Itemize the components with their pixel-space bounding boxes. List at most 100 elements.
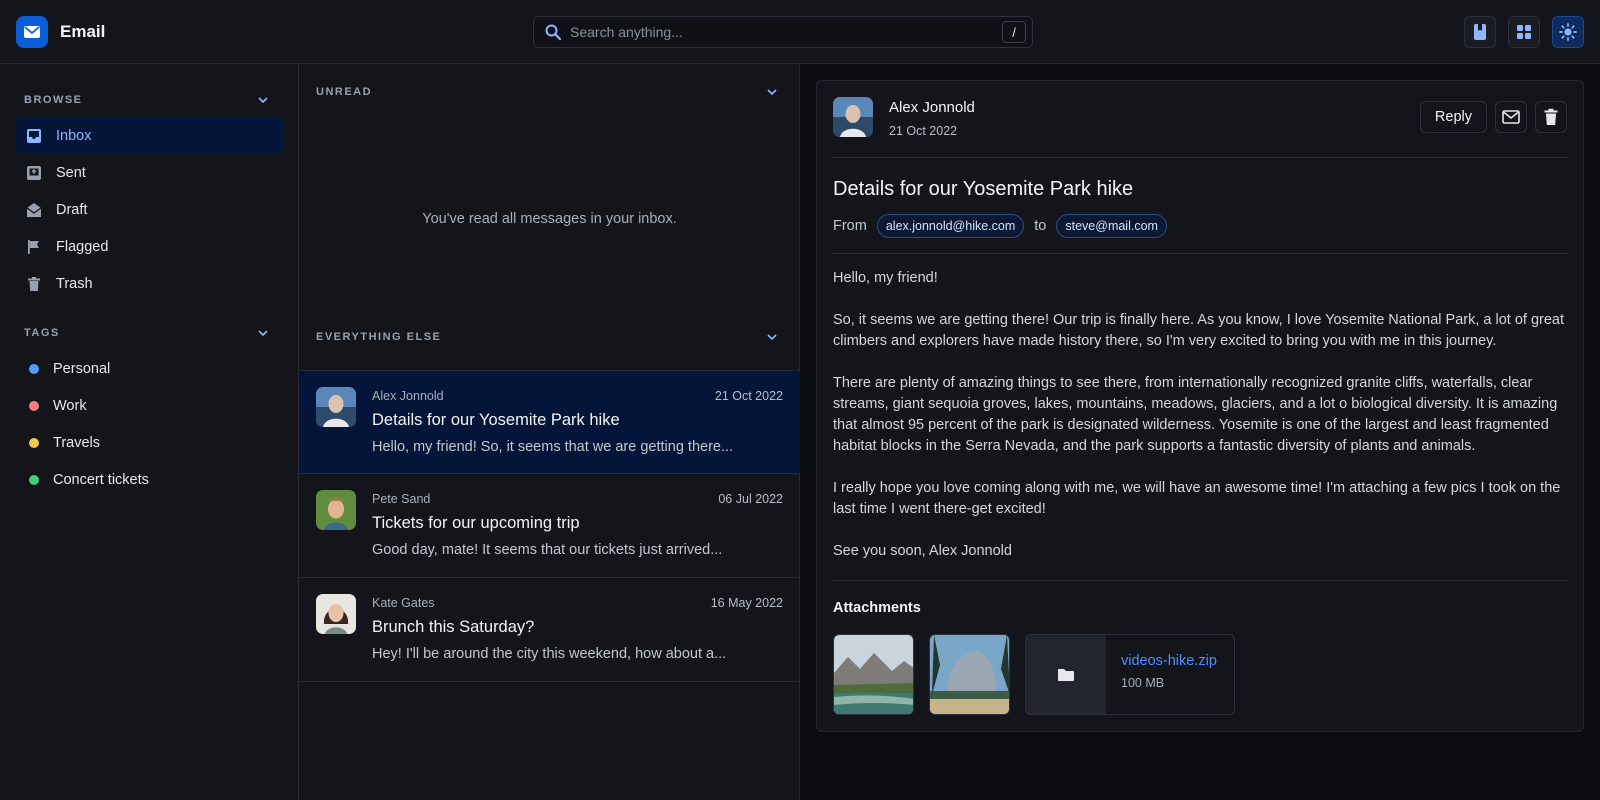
- message-row[interactable]: Kate Gates 16 May 2022 Brunch this Satur…: [299, 578, 800, 682]
- everything-else-section-header[interactable]: EVERYTHING ELSE: [316, 329, 777, 345]
- attachment-image[interactable]: [929, 634, 1010, 715]
- message-date: 21 Oct 2022: [714, 389, 783, 403]
- browse-section-header[interactable]: BROWSE: [24, 92, 268, 108]
- tag-label: Work: [53, 397, 87, 414]
- tag-color-dot: [29, 363, 39, 374]
- tags-section-header[interactable]: TAGS: [24, 325, 268, 341]
- body-paragraph: There are plenty of amazing things to se…: [833, 375, 1558, 454]
- apps-grid-button[interactable]: [1508, 16, 1540, 48]
- body-paragraph: Hello, my friend!: [833, 270, 938, 286]
- reader-sender: Alex Jonnold: [889, 99, 975, 116]
- bookmark-button[interactable]: [1464, 16, 1496, 48]
- reader-subject: Details for our Yosemite Park hike: [833, 178, 1134, 200]
- message-row[interactable]: Alex Jonnold 21 Oct 2022 Details for our…: [299, 370, 800, 474]
- message-body: Hello, my friend! So, it seems we are ge…: [833, 268, 1569, 583]
- tags-label: TAGS: [24, 327, 60, 339]
- sidebar-item-label: Trash: [56, 275, 93, 292]
- flag-icon: [28, 239, 39, 254]
- trash-icon: [1544, 108, 1558, 125]
- attachments-title: Attachments: [833, 600, 921, 616]
- message-preview: Hello, my friend! So, it seems that we a…: [372, 439, 734, 455]
- message-sender: Pete Sand: [372, 492, 431, 506]
- message-reader: Alex Jonnold 21 Oct 2022 Reply Details f…: [816, 80, 1584, 732]
- tag-item-work[interactable]: Work: [16, 387, 283, 424]
- tag-color-dot: [29, 474, 39, 485]
- bookmark-icon: [1474, 24, 1486, 40]
- sidebar-item-draft[interactable]: Draft: [16, 191, 283, 228]
- top-bar: Email /: [0, 0, 1600, 64]
- chevron-down-icon[interactable]: [767, 89, 777, 95]
- unread-label: UNREAD: [316, 86, 373, 98]
- chevron-down-icon[interactable]: [767, 334, 777, 340]
- unread-section-header[interactable]: UNREAD: [316, 84, 777, 100]
- divider: [833, 157, 1567, 158]
- sidebar-item-label: Draft: [56, 201, 88, 218]
- search-input[interactable]: [570, 24, 990, 40]
- tag-color-dot: [29, 437, 39, 448]
- avatar: [316, 387, 356, 427]
- chevron-down-icon[interactable]: [258, 330, 268, 336]
- mark-unread-button[interactable]: [1495, 101, 1527, 133]
- message-preview: Good day, mate! It seems that our ticket…: [372, 542, 723, 558]
- message-date: 06 Jul 2022: [718, 492, 783, 506]
- body-paragraph: See you soon, Alex Jonnold: [833, 543, 1012, 559]
- mail-logo-icon: [16, 16, 48, 48]
- message-preview: Hey! I'll be around the city this weeken…: [372, 646, 727, 662]
- brand[interactable]: Email: [16, 16, 105, 48]
- reader-date: 21 Oct 2022: [889, 124, 958, 138]
- tag-item-personal[interactable]: Personal: [16, 350, 283, 387]
- chevron-down-icon[interactable]: [258, 97, 268, 103]
- message-subject: Details for our Yosemite Park hike: [372, 411, 620, 429]
- from-to-line: From alex.jonnold@hike.com to steve@mail…: [833, 214, 1167, 238]
- theme-toggle-button[interactable]: [1552, 16, 1584, 48]
- divider: [833, 253, 1567, 254]
- attachment-file[interactable]: videos-hike.zip 100 MB: [1025, 634, 1235, 715]
- trash-icon: [28, 276, 40, 291]
- avatar: [316, 490, 356, 530]
- browse-label: BROWSE: [24, 94, 83, 106]
- tag-item-concert-tickets[interactable]: Concert tickets: [16, 461, 283, 498]
- file-icon-box: [1026, 635, 1106, 714]
- message-subject: Brunch this Saturday?: [372, 618, 535, 636]
- from-email-chip[interactable]: alex.jonnold@hike.com: [876, 214, 1025, 238]
- sidebar-item-label: Sent: [56, 164, 86, 181]
- attachment-image[interactable]: [833, 634, 914, 715]
- search-shortcut-key: /: [1002, 21, 1026, 43]
- message-row[interactable]: Pete Sand 06 Jul 2022 Tickets for our up…: [299, 474, 800, 578]
- everything-else-label: EVERYTHING ELSE: [316, 331, 442, 343]
- file-name-link[interactable]: videos-hike.zip: [1121, 653, 1217, 669]
- sidebar-item-trash[interactable]: Trash: [16, 265, 283, 302]
- tag-label: Travels: [53, 434, 100, 451]
- mail-icon: [1502, 110, 1520, 124]
- sidebar-item-flagged[interactable]: Flagged: [16, 228, 283, 265]
- grid-icon: [1517, 25, 1531, 39]
- sun-icon: [1559, 23, 1577, 41]
- sidebar-item-inbox[interactable]: Inbox: [16, 117, 283, 154]
- avatar: [833, 97, 873, 137]
- divider: [833, 580, 1567, 581]
- message-list: UNREAD You've read all messages in your …: [299, 64, 800, 800]
- to-label: to: [1034, 218, 1047, 234]
- avatar: [316, 594, 356, 634]
- tag-item-travels[interactable]: Travels: [16, 424, 283, 461]
- reply-button[interactable]: Reply: [1419, 101, 1487, 133]
- message-sender: Kate Gates: [372, 596, 435, 610]
- from-label: From: [833, 218, 867, 234]
- sent-icon: [27, 165, 41, 180]
- search-icon: [545, 24, 562, 41]
- tag-label: Concert tickets: [53, 471, 149, 488]
- draft-icon: [26, 202, 42, 217]
- file-size: 100 MB: [1121, 676, 1165, 690]
- search-bar[interactable]: /: [533, 16, 1033, 48]
- message-date: 16 May 2022: [710, 596, 783, 610]
- message-sender: Alex Jonnold: [372, 389, 444, 403]
- delete-button[interactable]: [1535, 101, 1567, 133]
- tag-color-dot: [29, 400, 39, 411]
- message-subject: Tickets for our upcoming trip: [372, 514, 580, 532]
- tag-label: Personal: [53, 360, 111, 377]
- app-title: Email: [60, 22, 106, 41]
- sidebar-item-sent[interactable]: Sent: [16, 154, 283, 191]
- to-email-chip[interactable]: steve@mail.com: [1056, 214, 1167, 238]
- body-paragraph: So, it seems we are getting there! Our t…: [833, 312, 1565, 349]
- sidebar: BROWSE Inbox Sent Draft Flagged Trash TA…: [0, 64, 299, 800]
